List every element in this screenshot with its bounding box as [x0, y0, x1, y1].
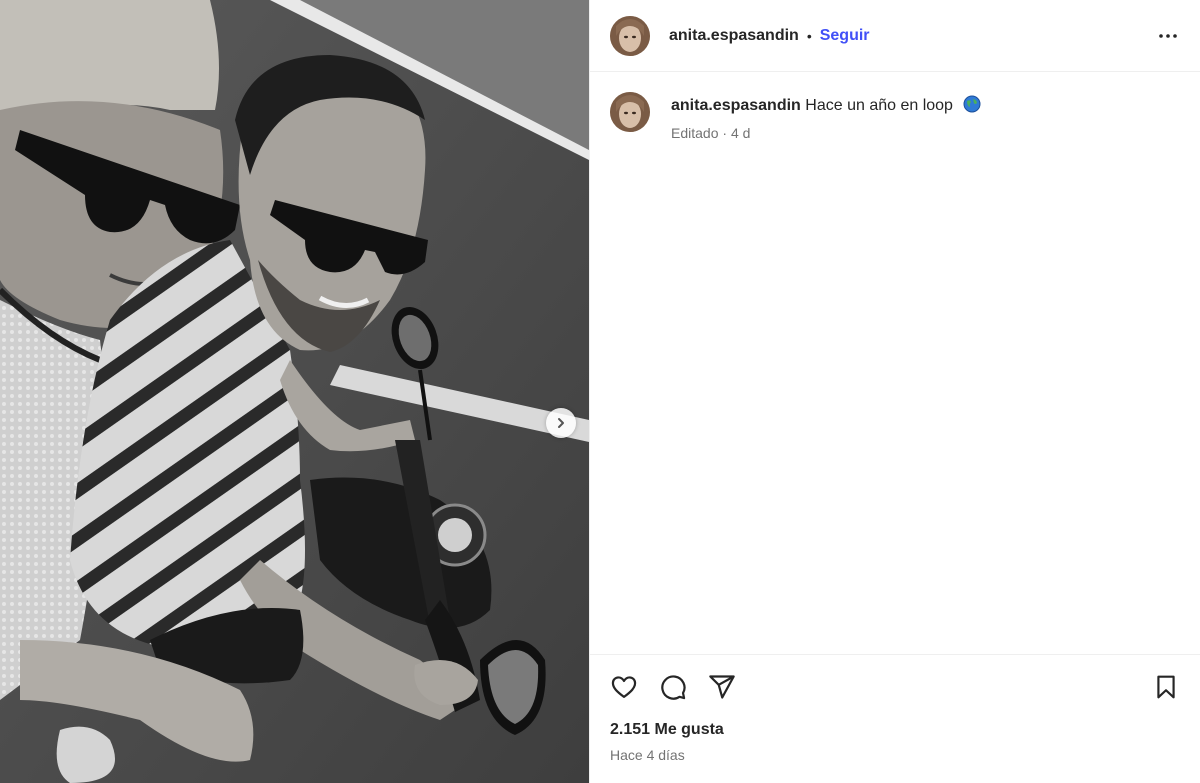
- action-bar: [610, 655, 1180, 715]
- caption-avatar[interactable]: [610, 92, 650, 132]
- caption-meta: Editado · 4 d: [671, 125, 981, 141]
- more-options-button[interactable]: [1156, 24, 1180, 48]
- header-separator: •: [806, 27, 812, 44]
- edited-label: Editado: [671, 125, 719, 141]
- photo-black-and-white-couple-on-scooter: [0, 0, 589, 783]
- save-button[interactable]: [1152, 673, 1180, 701]
- bookmark-icon: [1157, 675, 1175, 699]
- caption-username[interactable]: anita.espasandin: [671, 97, 801, 114]
- caption-text: Hace un año en loop: [805, 97, 953, 114]
- heart-icon: [611, 676, 637, 699]
- caption-body: anita.espasandin Hace un año en loop Edi…: [671, 95, 981, 141]
- comment-icon: [661, 675, 686, 700]
- post-side-panel: anita.espasandin • Seguir anita.espasand…: [589, 0, 1200, 783]
- globe-icon: [963, 95, 981, 113]
- header-username[interactable]: anita.espasandin: [669, 27, 799, 45]
- likes-count[interactable]: 2.151 Me gusta: [610, 721, 1180, 739]
- avatar-image: [610, 15, 650, 56]
- caption-row: anita.espasandin Hace un año en loop Edi…: [610, 92, 1180, 141]
- like-button[interactable]: [610, 673, 638, 701]
- follow-button[interactable]: Seguir: [820, 27, 870, 45]
- share-button[interactable]: [708, 673, 736, 701]
- instagram-post: anita.espasandin • Seguir anita.espasand…: [0, 0, 1200, 783]
- comment-button[interactable]: [659, 673, 687, 701]
- caption-age[interactable]: 4 d: [731, 125, 750, 141]
- send-icon: [709, 675, 735, 699]
- avatar-image: [610, 92, 650, 132]
- meta-separator: ·: [718, 125, 731, 141]
- avatar[interactable]: [610, 15, 650, 56]
- next-photo-button[interactable]: [546, 408, 576, 438]
- actions-section: 2.151 Me gusta Hace 4 días: [590, 654, 1200, 783]
- more-horizontal-icon: [1159, 33, 1177, 38]
- caption-line: anita.espasandin Hace un año en loop: [671, 95, 981, 116]
- post-header: anita.espasandin • Seguir: [590, 0, 1200, 72]
- post-photo[interactable]: [0, 0, 589, 783]
- caption-section: anita.espasandin Hace un año en loop Edi…: [590, 72, 1200, 654]
- post-timestamp[interactable]: Hace 4 días: [610, 747, 1180, 763]
- chevron-right-icon: [558, 418, 564, 428]
